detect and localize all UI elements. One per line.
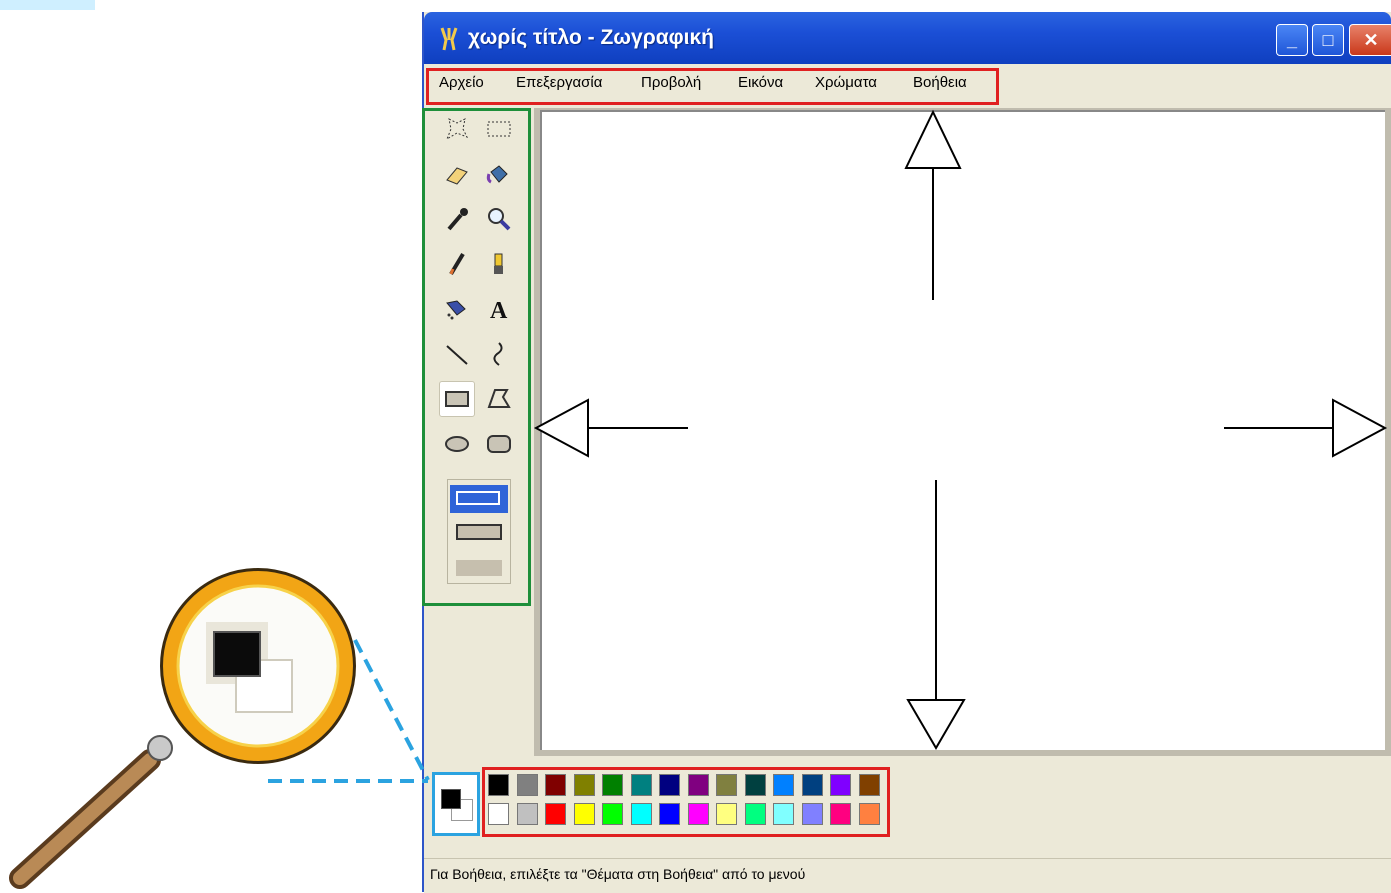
current-colors-box[interactable] — [432, 772, 480, 836]
title-bar[interactable]: χωρίς τίτλο - Ζωγραφική _ □ ✕ — [424, 12, 1391, 64]
menu-highlight-frame — [426, 68, 999, 105]
close-icon: ✕ — [1363, 29, 1379, 50]
maximize-icon: □ — [1322, 29, 1334, 50]
maximize-button[interactable]: □ — [1312, 24, 1344, 56]
corner-mark — [0, 0, 95, 10]
toolbox-highlight-frame — [422, 108, 531, 606]
paint-window: χωρίς τίτλο - Ζωγραφική _ □ ✕ Αρχείο Επε… — [422, 12, 1391, 893]
close-button[interactable]: ✕ — [1349, 24, 1391, 56]
primary-color-swatch — [441, 789, 461, 809]
minimize-icon: _ — [1286, 29, 1297, 50]
minimize-button[interactable]: _ — [1276, 24, 1308, 56]
palette-highlight-frame — [482, 767, 890, 837]
magnifier-illustration-icon — [9, 568, 356, 889]
status-text: Για Βοήθεια, επιλέξτε τα "Θέματα στη Βοή… — [430, 866, 806, 882]
drawing-canvas[interactable] — [540, 110, 1385, 750]
paint-app-icon — [440, 27, 458, 51]
callout-lines — [268, 639, 430, 783]
window-title: χωρίς τίτλο - Ζωγραφική — [468, 26, 715, 49]
